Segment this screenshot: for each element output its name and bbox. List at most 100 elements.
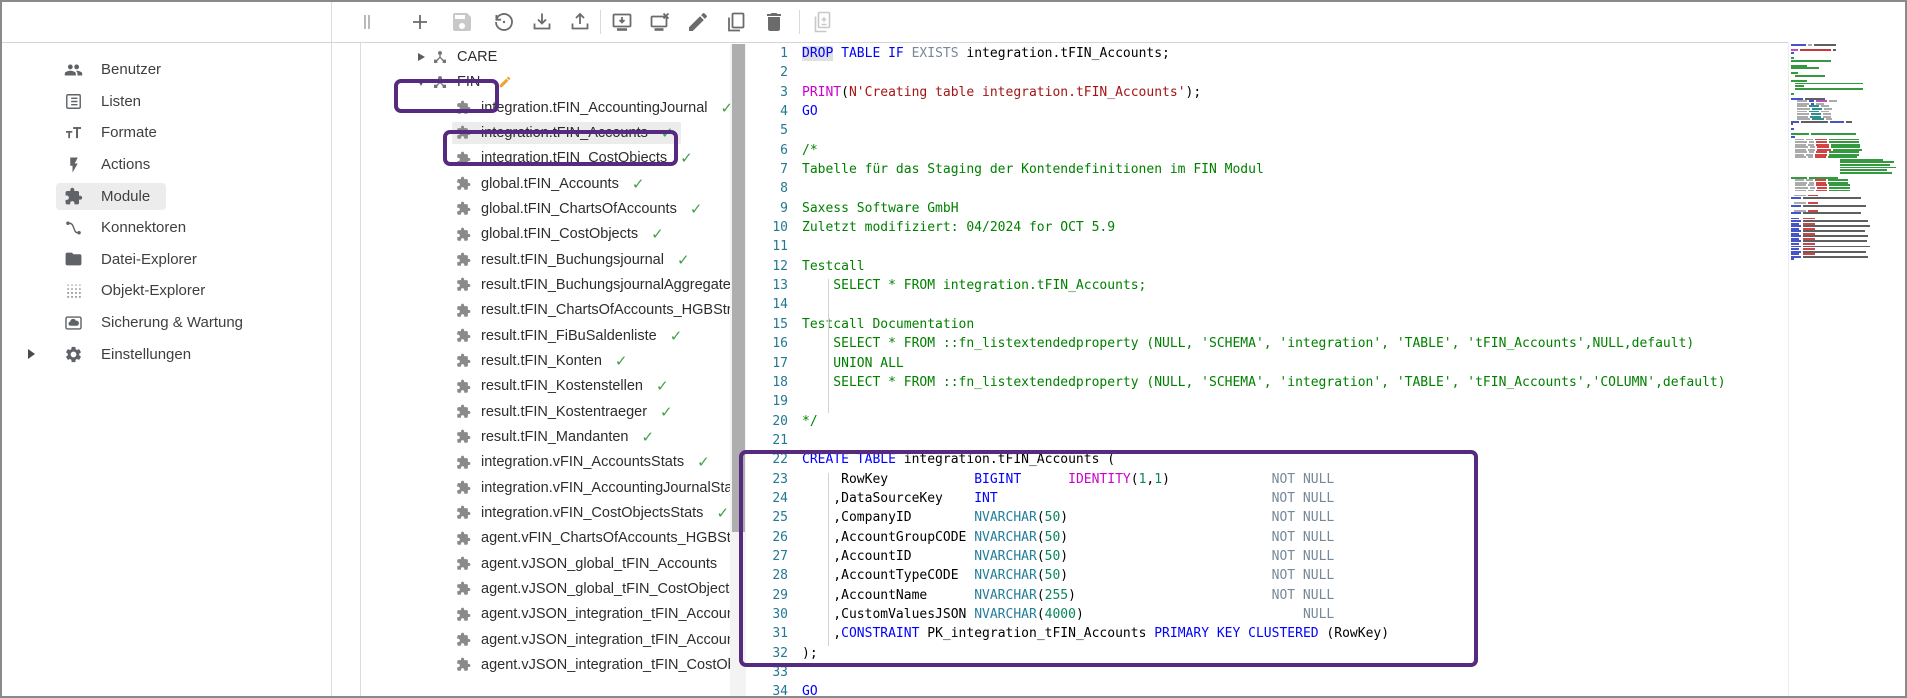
- code-line: 4GO: [747, 102, 1788, 121]
- code-text: ,DataSourceKey INT NOT NULL: [788, 489, 1334, 508]
- module-puzzle-icon: [455, 276, 472, 293]
- sidebar-item-einstellungen[interactable]: Einstellungen: [2, 338, 331, 370]
- sidebar-item-objekt-explorer[interactable]: Objekt-Explorer: [2, 275, 331, 307]
- sidebar-item-benutzer[interactable]: Benutzer: [2, 54, 331, 86]
- code-text: );: [788, 644, 818, 663]
- tree-item-integration-tfin-accountingjournal[interactable]: integration.tFIN_AccountingJournal ✓: [362, 95, 730, 120]
- panel-splitter[interactable]: [360, 42, 361, 696]
- module-puzzle-icon: [455, 200, 472, 217]
- undeploy-button[interactable]: [643, 5, 677, 39]
- tree-item-label: result.tFIN_ChartsOfAccounts_HGBStructur…: [481, 302, 730, 318]
- toolbar-divider: [2, 42, 1788, 43]
- sidebar-item-label: Module: [101, 188, 150, 205]
- drag-handle-button[interactable]: [350, 5, 384, 39]
- sidebar-item-listen[interactable]: Listen: [2, 86, 331, 118]
- sidebar-item-inner: Module: [56, 183, 166, 210]
- tree-item-agent-vjson-integration-tfin-accountingj[interactable]: agent.vJSON_integration_tFIN_AccountingJ: [362, 602, 730, 627]
- check-icon: ✓: [615, 352, 628, 370]
- tree-item-global-tfin-chartsofaccounts[interactable]: global.tFIN_ChartsOfAccounts✓: [362, 196, 730, 221]
- module-puzzle-icon: [455, 479, 472, 496]
- tree-item-label: result.tFIN_Buchungsjournal: [481, 252, 664, 268]
- sql-code-editor[interactable]: 1DROP TABLE IF EXISTS integration.tFIN_A…: [747, 44, 1788, 698]
- delete-icon: [762, 10, 786, 34]
- tree-item-label: integration.tFIN_Accounts: [481, 125, 648, 141]
- tree-item-agent-vjson-integration-tfin-accounts[interactable]: agent.vJSON_integration_tFIN_Accounts✓: [362, 627, 730, 652]
- tree-item-result-tfin-fibusaldenliste[interactable]: result.tFIN_FiBuSaldenliste✓: [362, 323, 730, 348]
- tree-item-agent-vjson-global-tfin-accounts[interactable]: agent.vJSON_global_tFIN_Accounts✓: [362, 551, 730, 576]
- code-text: PRINT(N'Creating table integration.tFIN_…: [788, 83, 1201, 102]
- tree-scrollbar-thumb[interactable]: [732, 44, 745, 532]
- code-line: 11: [747, 237, 1788, 256]
- sidebar-item-konnektoren[interactable]: Konnektoren: [2, 212, 331, 244]
- upload-button[interactable]: [563, 5, 597, 39]
- tree-item-agent-vjson-integration-tfin-costobjects[interactable]: agent.vJSON_integration_tFIN_CostObjects: [362, 652, 730, 677]
- code-line: 9Saxess Software GmbH: [747, 199, 1788, 218]
- tree-item-result-tfin-mandanten[interactable]: result.tFIN_Mandanten✓: [362, 424, 730, 449]
- code-line: 20*/: [747, 412, 1788, 431]
- module-puzzle-icon: [455, 530, 472, 547]
- sidebar-item-label: Einstellungen: [101, 346, 191, 363]
- code-line: 26 ,AccountGroupCODE NVARCHAR(50) NOT NU…: [747, 528, 1788, 547]
- minimap-divider: [1788, 42, 1789, 696]
- sidebar-item-datei-explorer[interactable]: Datei-Explorer: [2, 244, 331, 276]
- sidebar-item-sicherung-wartung[interactable]: Sicherung & Wartung: [2, 307, 331, 339]
- tree-item-label: result.tFIN_Konten: [481, 353, 602, 369]
- tree-item-integration-vfin-accountsstats[interactable]: integration.vFIN_AccountsStats✓: [362, 450, 730, 475]
- line-number: 20: [747, 412, 788, 431]
- sidebar-item-actions[interactable]: Actions: [2, 149, 331, 181]
- sidebar-item-label: Listen: [101, 93, 141, 110]
- tree-item-result-tfin-chartsofaccounts-hgbstructure[interactable]: result.tFIN_ChartsOfAccounts_HGBStructur…: [362, 298, 730, 323]
- tree-item-result-tfin-kostenstellen[interactable]: result.tFIN_Kostenstellen✓: [362, 374, 730, 399]
- code-line: 6/*: [747, 141, 1788, 160]
- code-line: 16 SELECT * FROM ::fn_listextendedproper…: [747, 334, 1788, 353]
- add-button[interactable]: [403, 5, 437, 39]
- tree-item-integration-tfin-costobjects[interactable]: integration.tFIN_CostObjects✓: [362, 146, 730, 171]
- sidebar-item-inner: Benutzer: [56, 56, 177, 83]
- download-button[interactable]: [525, 5, 559, 39]
- chevron-down-icon[interactable]: [414, 79, 428, 86]
- tree-item-global-tfin-costobjects[interactable]: global.tFIN_CostObjects✓: [362, 222, 730, 247]
- code-line: 23 RowKey BIGINT IDENTITY(1,1) NOT NULL: [747, 470, 1788, 489]
- duplicate-button[interactable]: [719, 5, 753, 39]
- tree-row-inner: FIN: [428, 72, 488, 93]
- tree-node-care[interactable]: CARE: [362, 45, 730, 70]
- code-line: 32);: [747, 644, 1788, 663]
- code-text: Testcall Documentation: [788, 315, 974, 334]
- tree-item-agent-vfin-chartsofaccounts-hgbstructur[interactable]: agent.vFIN_ChartsOfAccounts_HGBStructur: [362, 526, 730, 551]
- tree-item-global-tfin-accounts[interactable]: global.tFIN_Accounts✓: [362, 171, 730, 196]
- module-puzzle-icon: [455, 504, 472, 521]
- chevron-right-icon[interactable]: [28, 349, 35, 359]
- module-puzzle-icon: [455, 251, 472, 268]
- tree-item-result-tfin-konten[interactable]: result.tFIN_Konten ✓: [362, 348, 730, 373]
- tree-row-inner: agent.vJSON_global_tFIN_Accounts✓: [452, 553, 730, 575]
- tree-row-inner: agent.vJSON_global_tFIN_CostObjects✓: [452, 578, 730, 600]
- delete-button[interactable]: [757, 5, 791, 39]
- tree-row-inner: agent.vJSON_integration_tFIN_AccountingJ: [452, 604, 730, 625]
- sidebar-item-module[interactable]: Module: [2, 180, 331, 212]
- deploy-button[interactable]: [605, 5, 639, 39]
- history-button[interactable]: [487, 5, 521, 39]
- tree-item-label: integration.tFIN_AccountingJournal: [481, 100, 708, 116]
- tree-item-integration-tfin-accounts[interactable]: integration.tFIN_Accounts✓: [362, 120, 730, 145]
- line-number: 3: [747, 83, 788, 102]
- chevron-right-icon[interactable]: [414, 53, 428, 61]
- tree-row-inner: result.tFIN_FiBuSaldenliste✓: [452, 325, 690, 347]
- tree-item-result-tfin-buchungsjournalaggregated[interactable]: result.tFIN_BuchungsjournalAggregated✓: [362, 272, 730, 297]
- tree-item-result-tfin-buchungsjournal[interactable]: result.tFIN_Buchungsjournal✓: [362, 247, 730, 272]
- document-diff-button: [805, 5, 839, 39]
- code-text: SELECT * FROM ::fn_listextendedproperty …: [788, 334, 1694, 353]
- tree-item-integration-vfin-costobjectsstats[interactable]: integration.vFIN_CostObjectsStats✓: [362, 500, 730, 525]
- tree-item-result-tfin-kostentraeger[interactable]: result.tFIN_Kostentraeger✓: [362, 399, 730, 424]
- code-text: /*: [788, 141, 818, 160]
- tree-item-agent-vjson-global-tfin-costobjects[interactable]: agent.vJSON_global_tFIN_CostObjects✓: [362, 576, 730, 601]
- code-line: 12Testcall: [747, 257, 1788, 276]
- check-icon: ✓: [721, 99, 731, 117]
- line-number: 18: [747, 373, 788, 392]
- edit-button[interactable]: [681, 5, 715, 39]
- editor-minimap[interactable]: [1791, 44, 1903, 260]
- tree-item-integration-vfin-accountingjournalstats[interactable]: integration.vFIN_AccountingJournalStats✓: [362, 475, 730, 500]
- check-icon: ✓: [690, 200, 703, 218]
- tree-node-fin[interactable]: FIN: [362, 70, 730, 95]
- document-diff-icon: [810, 10, 834, 34]
- sidebar-item-formate[interactable]: Formate: [2, 117, 331, 149]
